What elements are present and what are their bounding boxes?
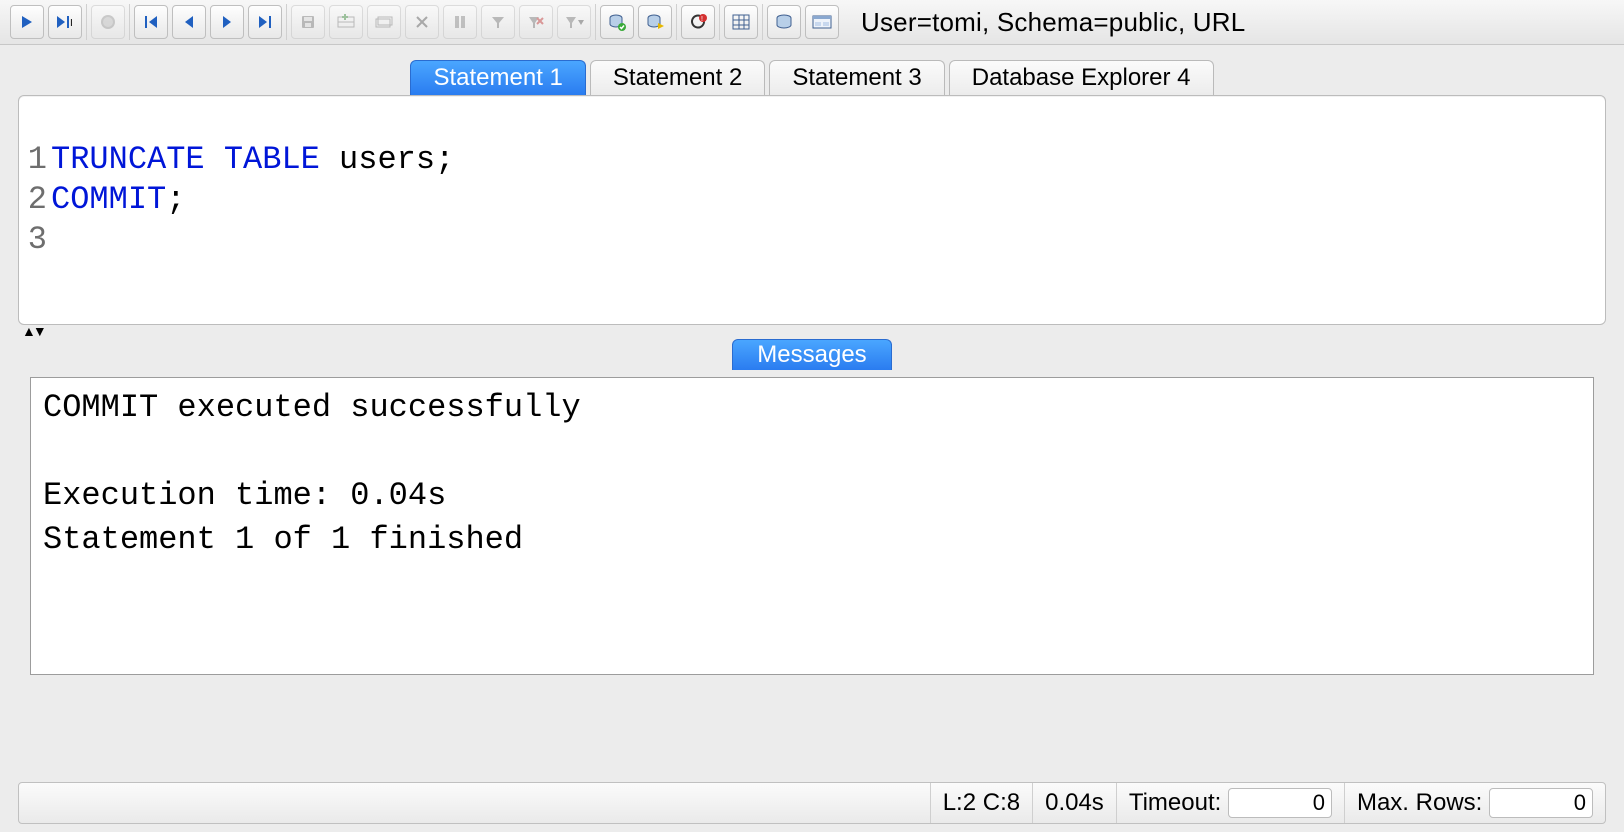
copy-row-button[interactable] [367,5,401,39]
sql-text: ; [166,181,185,218]
messages-panel[interactable]: COMMIT executed successfully Execution t… [30,377,1594,675]
line-number: 3 [25,220,47,260]
tab-statement-1[interactable]: Statement 1 [410,60,585,95]
select-columns-button[interactable] [443,5,477,39]
sql-text: users; [339,141,454,178]
svg-text:I: I [70,18,73,29]
timeout-input[interactable] [1228,788,1332,818]
splitter-handle-icon: ▲▼ [22,323,44,339]
sql-editor[interactable]: 1TRUNCATE TABLE users; 2COMMIT; 3 [18,95,1606,325]
messages-tabstrip: Messages [0,339,1624,377]
delete-row-button[interactable] [405,5,439,39]
maxrows-cell: Max. Rows: [1344,783,1605,823]
exec-time: 0.04s [1032,783,1116,823]
result-grid-button[interactable] [724,5,758,39]
tab-statement-3[interactable]: Statement 3 [769,60,944,95]
clear-filter-button[interactable] [519,5,553,39]
line-number: 2 [25,180,47,220]
sql-keyword: COMMIT [51,181,166,218]
run-current-button[interactable]: I [48,5,82,39]
show-object-button[interactable] [805,5,839,39]
maxrows-input[interactable] [1489,788,1593,818]
insert-row-button[interactable] [329,5,363,39]
sql-keyword: TRUNCATE TABLE [51,141,339,178]
tab-statement-2[interactable]: Statement 2 [590,60,765,95]
save-button[interactable] [291,5,325,39]
rollback-button[interactable] [638,5,672,39]
filter-dropdown-button[interactable] [557,5,591,39]
first-record-button[interactable] [134,5,168,39]
toggle-autocommit-button[interactable]: ! [681,5,715,39]
tab-messages[interactable]: Messages [732,339,891,370]
stop-button[interactable] [91,5,125,39]
timeout-cell: Timeout: [1116,783,1344,823]
cursor-position: L:2 C:8 [930,783,1032,823]
show-dbexplorer-button[interactable] [767,5,801,39]
splitter[interactable]: ▲▼ [18,325,1606,339]
next-record-button[interactable] [210,5,244,39]
connection-status: User=tomi, Schema=public, URL [861,7,1245,38]
svg-text:!: ! [701,16,703,23]
commit-button[interactable] [600,5,634,39]
filter-button[interactable] [481,5,515,39]
prev-record-button[interactable] [172,5,206,39]
tab-db-explorer-4[interactable]: Database Explorer 4 [949,60,1214,95]
main-toolbar: I [0,0,1624,45]
status-bar: L:2 C:8 0.04s Timeout: Max. Rows: [18,782,1606,824]
line-number: 1 [25,140,47,180]
editor-tabstrip: Statement 1 Statement 2 Statement 3 Data… [0,53,1624,95]
timeout-label: Timeout: [1129,789,1221,817]
last-record-button[interactable] [248,5,282,39]
run-button[interactable] [10,5,44,39]
maxrows-label: Max. Rows: [1357,789,1482,817]
